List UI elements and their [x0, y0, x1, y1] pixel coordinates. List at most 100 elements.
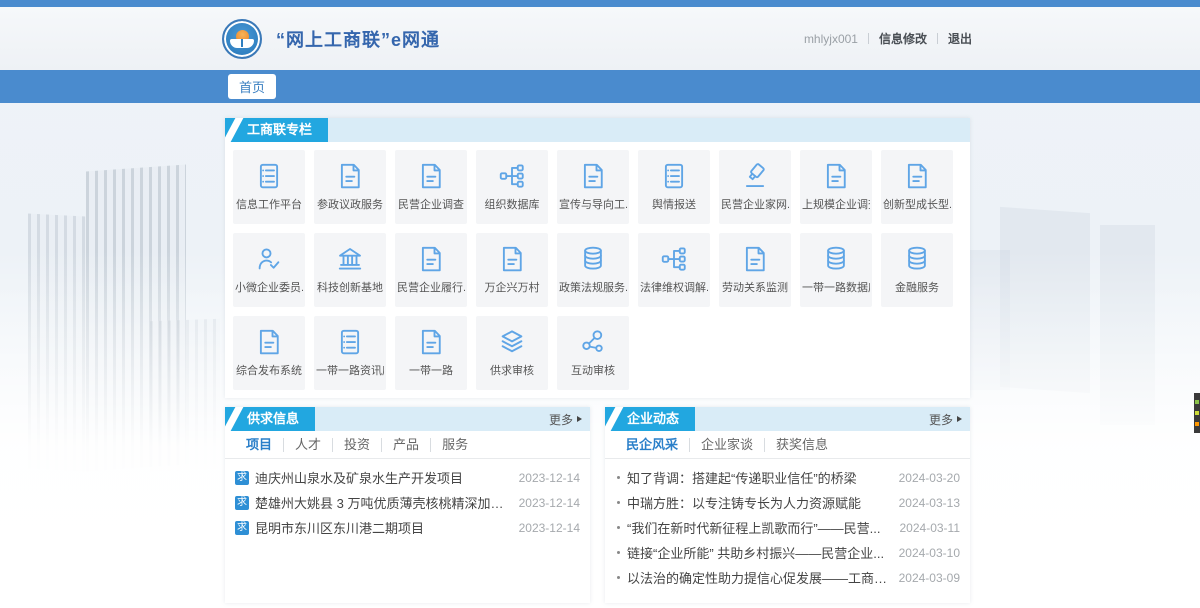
app-tile-label: 小微企业委员...: [235, 279, 303, 295]
app-tile[interactable]: 上规模企业调查: [800, 150, 872, 224]
app-tile[interactable]: 科技创新基地: [314, 233, 386, 307]
coins-icon: [902, 243, 932, 275]
app-tile[interactable]: 民营企业履行...: [395, 233, 467, 307]
app-tile[interactable]: 劳动关系监测: [719, 233, 791, 307]
enterprise-news-item[interactable]: 知了背调：搭建起“传递职业信任”的桥梁2024-03-20: [615, 465, 960, 490]
app-tile-label: 供求审核: [490, 362, 534, 378]
bank-icon: [335, 243, 365, 275]
app-tile-label: 科技创新基地: [317, 279, 383, 295]
bullet-icon: [617, 501, 620, 504]
app-tile-label: 政策法规服务...: [559, 279, 627, 295]
app-tile[interactable]: 信息工作平台: [233, 150, 305, 224]
app-tile[interactable]: 宣传与导向工...: [557, 150, 629, 224]
supply-demand-item[interactable]: 求迪庆州山泉水及矿泉水生产开发项目2023-12-14: [235, 465, 580, 490]
app-tile-label: 综合发布系统: [236, 362, 302, 378]
stamp-icon: [740, 160, 770, 192]
app-tile[interactable]: 法律维权调解...: [638, 233, 710, 307]
demand-badge: 求: [235, 496, 249, 510]
app-tile[interactable]: 组织数据库: [476, 150, 548, 224]
enterprise-news-item[interactable]: 链接“企业所能” 共助乡村振兴——民营企业...2024-03-10: [615, 540, 960, 565]
app-tile[interactable]: 一带一路资讯库: [314, 316, 386, 390]
item-date: 2023-12-14: [519, 471, 580, 485]
item-title: 链接“企业所能” 共助乡村振兴——民营企业...: [627, 543, 889, 562]
app-grid: 信息工作平台参政议政服务民营企业调查组织数据库宣传与导向工...舆情报送民营企业…: [225, 142, 970, 398]
enterprise-news-panel: 企业动态 更多 民企风采企业家谈获奖信息 知了背调：搭建起“传递职业信任”的桥梁…: [605, 407, 970, 603]
site-logo-icon: [222, 19, 262, 59]
nav-tab-home[interactable]: 首页: [228, 74, 276, 99]
app-tile[interactable]: 金融服务: [881, 233, 953, 307]
more-arrow-icon: [957, 416, 962, 422]
app-tile-label: 民营企业调查: [398, 196, 464, 212]
app-tile-label: 组织数据库: [485, 196, 540, 212]
divider: [937, 33, 938, 44]
tab-产品[interactable]: 产品: [381, 438, 430, 452]
app-tile-label: 舆情报送: [652, 196, 696, 212]
user-info: mhlyjx001 信息修改 退出: [804, 30, 972, 47]
app-tile-label: 参政议政服务: [317, 196, 383, 212]
bullet-icon: [617, 526, 620, 529]
item-date: 2024-03-11: [900, 521, 961, 535]
app-tile[interactable]: 舆情报送: [638, 150, 710, 224]
tab-民企风采[interactable]: 民企风采: [615, 438, 689, 452]
tab-投资[interactable]: 投资: [332, 438, 381, 452]
enterprise-news-item[interactable]: 以法治的确定性助力提信心促发展——工商联...2024-03-09: [615, 565, 960, 590]
doc-lines-icon: [821, 160, 851, 192]
tab-企业家谈[interactable]: 企业家谈: [689, 438, 764, 452]
item-date: 2024-03-20: [899, 471, 960, 485]
doc-lines-icon: [497, 243, 527, 275]
supply-demand-more-link[interactable]: 更多: [549, 411, 582, 428]
top-strip: [0, 0, 1200, 7]
app-tile[interactable]: 综合发布系统: [233, 316, 305, 390]
edge-widget-dot: [1195, 400, 1199, 404]
edge-widget[interactable]: [1194, 393, 1200, 433]
profile-edit-link[interactable]: 信息修改: [879, 30, 927, 47]
app-tile[interactable]: 互动审核: [557, 316, 629, 390]
logo-wing-icon: [230, 39, 254, 48]
doc-list-icon: [335, 326, 365, 358]
supply-demand-item[interactable]: 求楚雄州大姚县 3 万吨优质薄壳核桃精深加工及科... 2023-12-14: [235, 490, 580, 515]
tab-服务[interactable]: 服务: [430, 438, 479, 452]
item-date: 2023-12-14: [519, 521, 580, 535]
app-tile-label: 一带一路数据库: [802, 279, 870, 295]
app-tile[interactable]: 民营企业家网...: [719, 150, 791, 224]
app-tile-label: 民营企业家网...: [721, 196, 789, 212]
app-tile[interactable]: 民营企业调查: [395, 150, 467, 224]
app-tile-label: 金融服务: [895, 279, 939, 295]
supply-demand-tabs: 项目人才投资产品服务: [225, 431, 590, 459]
supply-demand-item[interactable]: 求昆明市东川区东川港二期项目2023-12-14: [235, 515, 580, 540]
demand-badge: 求: [235, 521, 249, 535]
enterprise-news-tabs: 民企风采企业家谈获奖信息: [605, 431, 970, 459]
tab-获奖信息[interactable]: 获奖信息: [764, 438, 839, 452]
item-date: 2024-03-09: [899, 571, 960, 585]
enterprise-news-more-link[interactable]: 更多: [929, 411, 962, 428]
bullet-icon: [617, 576, 620, 579]
edge-widget-dot: [1195, 422, 1199, 426]
item-date: 2023-12-14: [519, 496, 580, 510]
tab-人才[interactable]: 人才: [283, 438, 332, 452]
app-tile-label: 万企兴万村: [485, 279, 540, 295]
app-tile-label: 上规模企业调查: [802, 196, 870, 212]
app-tile[interactable]: 供求审核: [476, 316, 548, 390]
logout-link[interactable]: 退出: [948, 30, 972, 47]
panel-header: 企业动态 更多: [605, 407, 970, 431]
app-tile-label: 一带一路: [409, 362, 453, 378]
app-tile-label: 法律维权调解...: [640, 279, 708, 295]
app-tile[interactable]: 一带一路数据库: [800, 233, 872, 307]
doc-lines-icon: [902, 160, 932, 192]
doc-lines-icon: [254, 326, 284, 358]
app-tile[interactable]: 参政议政服务: [314, 150, 386, 224]
enterprise-news-item[interactable]: 中瑞方胜：以专注铸专长为人力资源赋能2024-03-13: [615, 490, 960, 515]
app-tile[interactable]: 政策法规服务...: [557, 233, 629, 307]
app-tile[interactable]: 万企兴万村: [476, 233, 548, 307]
tab-项目[interactable]: 项目: [235, 438, 283, 452]
supply-demand-list: 求迪庆州山泉水及矿泉水生产开发项目2023-12-14求楚雄州大姚县 3 万吨优…: [225, 459, 590, 540]
main-nav: 首页: [0, 70, 1200, 103]
app-tile[interactable]: 一带一路: [395, 316, 467, 390]
app-tile[interactable]: 创新型成长型...: [881, 150, 953, 224]
bullet-icon: [617, 476, 620, 479]
app-tile-label: 劳动关系监测: [722, 279, 788, 295]
enterprise-news-item[interactable]: “我们在新时代新征程上凯歌而行”——民营...2024-03-11: [615, 515, 960, 540]
doc-lines-icon: [578, 160, 608, 192]
app-tile[interactable]: 小微企业委员...: [233, 233, 305, 307]
item-title: 楚雄州大姚县 3 万吨优质薄壳核桃精深加工及科...: [255, 493, 509, 512]
